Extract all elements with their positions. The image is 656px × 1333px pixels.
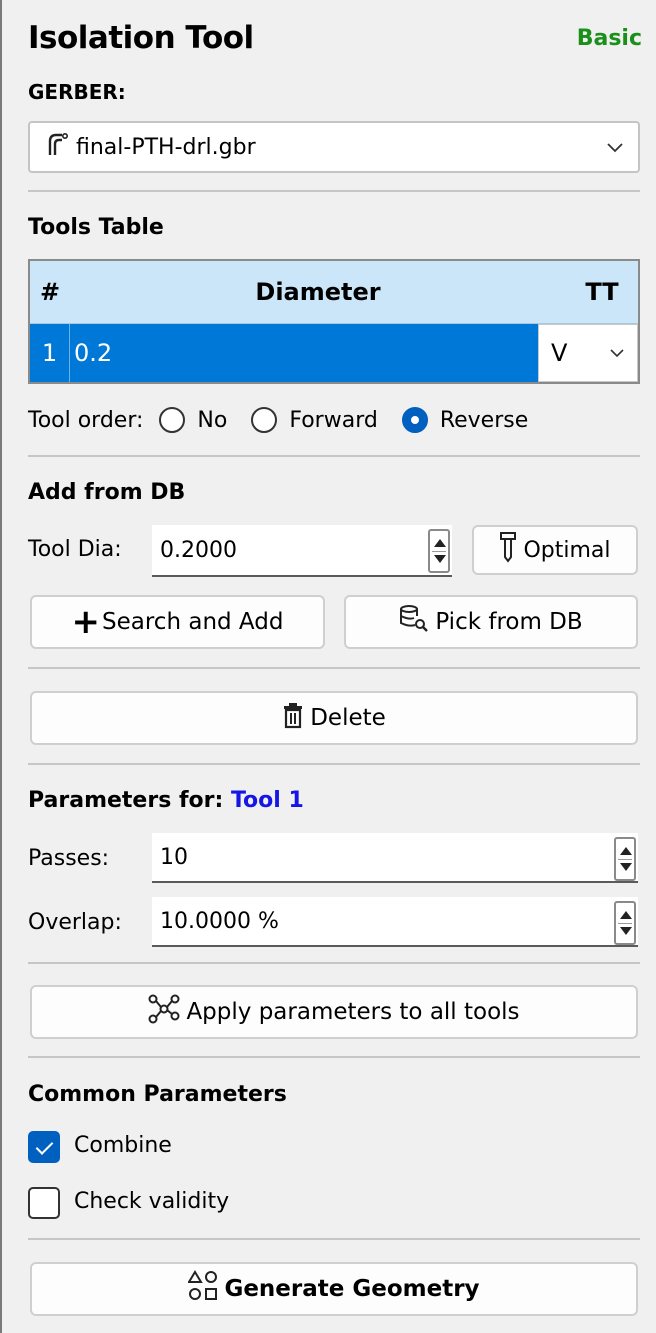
separator <box>28 667 640 669</box>
separator <box>28 455 640 457</box>
row-tool-type-combo[interactable]: V <box>538 324 638 382</box>
generate-geometry-button[interactable]: Generate Geometry <box>30 1262 638 1316</box>
separator <box>28 190 640 192</box>
add-from-db-label: Add from DB <box>28 480 186 505</box>
optimal-label: Optimal <box>523 537 611 563</box>
tool-order-reverse-radio[interactable] <box>401 407 428 433</box>
tool-dia-spinner[interactable] <box>428 529 450 573</box>
delete-button[interactable]: Delete <box>30 691 638 745</box>
separator <box>28 1238 640 1240</box>
optimal-button[interactable]: Optimal <box>472 525 638 575</box>
header-index[interactable]: # <box>40 261 70 323</box>
overlap-input[interactable]: 10.0000 % <box>152 897 638 947</box>
overlap-value: 10.0000 % <box>160 908 279 934</box>
tool-order-reverse-label[interactable]: Reverse <box>440 408 528 433</box>
check-validity-checkbox[interactable] <box>28 1187 60 1219</box>
left-frame-border <box>0 0 4 1333</box>
passes-value: 10 <box>160 844 188 870</box>
combine-label[interactable]: Combine <box>74 1133 172 1158</box>
apply-to-all-label: Apply parameters to all tools <box>186 999 520 1025</box>
tool-order-label: Tool order: <box>28 407 144 433</box>
chevron-down-icon <box>609 341 625 369</box>
header-diameter[interactable]: Diameter <box>70 261 566 323</box>
app-level-badge[interactable]: Basic <box>577 26 642 51</box>
parameters-for-label: Parameters for: <box>28 788 224 813</box>
separator <box>28 1056 640 1058</box>
pick-from-db-button[interactable]: Pick from DB <box>344 595 638 649</box>
tool-order-group: Tool order: No Forward Reverse <box>28 398 648 442</box>
chevron-down-icon <box>606 135 624 165</box>
plus-icon: + <box>71 602 101 642</box>
row-diameter[interactable]: 0.2 <box>70 324 538 382</box>
table-row[interactable]: 1 0.2 V <box>30 324 638 382</box>
tool-order-no-radio[interactable] <box>159 407 186 433</box>
row-index: 1 <box>30 324 70 382</box>
tool-dia-label: Tool Dia: <box>28 537 122 562</box>
gerber-file-icon <box>46 131 70 163</box>
tool-order-forward-radio[interactable] <box>251 407 278 433</box>
drill-bit-icon <box>499 531 517 569</box>
search-and-add-button[interactable]: + Search and Add <box>30 595 325 649</box>
tools-table[interactable]: # Diameter TT 1 0.2 V <box>28 259 640 384</box>
parameters-for-heading: Parameters for: Tool 1 <box>28 788 304 813</box>
delete-label: Delete <box>310 705 386 731</box>
separator <box>28 962 640 964</box>
tool-title: Isolation Tool <box>28 20 254 56</box>
tools-table-label: Tools Table <box>28 215 164 240</box>
tool-dia-value: 0.2000 <box>160 537 237 563</box>
common-parameters-label: Common Parameters <box>28 1082 287 1107</box>
header-tool-type[interactable]: TT <box>566 261 638 323</box>
tool-type-value: V <box>551 339 568 367</box>
passes-input[interactable]: 10 <box>152 833 638 883</box>
tool-order-no-label[interactable]: No <box>197 408 227 433</box>
parameters-tool-name: Tool 1 <box>230 788 304 813</box>
generate-geometry-label: Generate Geometry <box>224 1276 480 1302</box>
object-type-label: GERBER: <box>28 80 126 104</box>
object-combo-value: final-PTH-drl.gbr <box>76 134 256 160</box>
tool-order-forward-label[interactable]: Forward <box>289 408 377 433</box>
check-validity-label[interactable]: Check validity <box>74 1189 229 1214</box>
apply-to-all-button[interactable]: Apply parameters to all tools <box>30 985 638 1039</box>
object-combo[interactable]: final-PTH-drl.gbr <box>28 121 640 173</box>
graph-nodes-icon <box>148 994 180 1030</box>
shapes-icon <box>187 1270 220 1308</box>
overlap-label: Overlap: <box>28 910 122 935</box>
trash-icon <box>282 701 304 735</box>
tool-dia-input[interactable]: 0.2000 <box>152 525 452 577</box>
combine-checkbox[interactable] <box>28 1131 60 1163</box>
pick-from-db-label: Pick from DB <box>435 609 583 635</box>
tools-table-header: # Diameter TT <box>30 261 638 324</box>
separator <box>28 763 640 765</box>
passes-label: Passes: <box>28 846 110 871</box>
database-search-icon <box>399 604 429 640</box>
overlap-spinner[interactable] <box>614 901 636 945</box>
search-and-add-label: Search and Add <box>102 609 284 635</box>
passes-spinner[interactable] <box>614 837 636 881</box>
